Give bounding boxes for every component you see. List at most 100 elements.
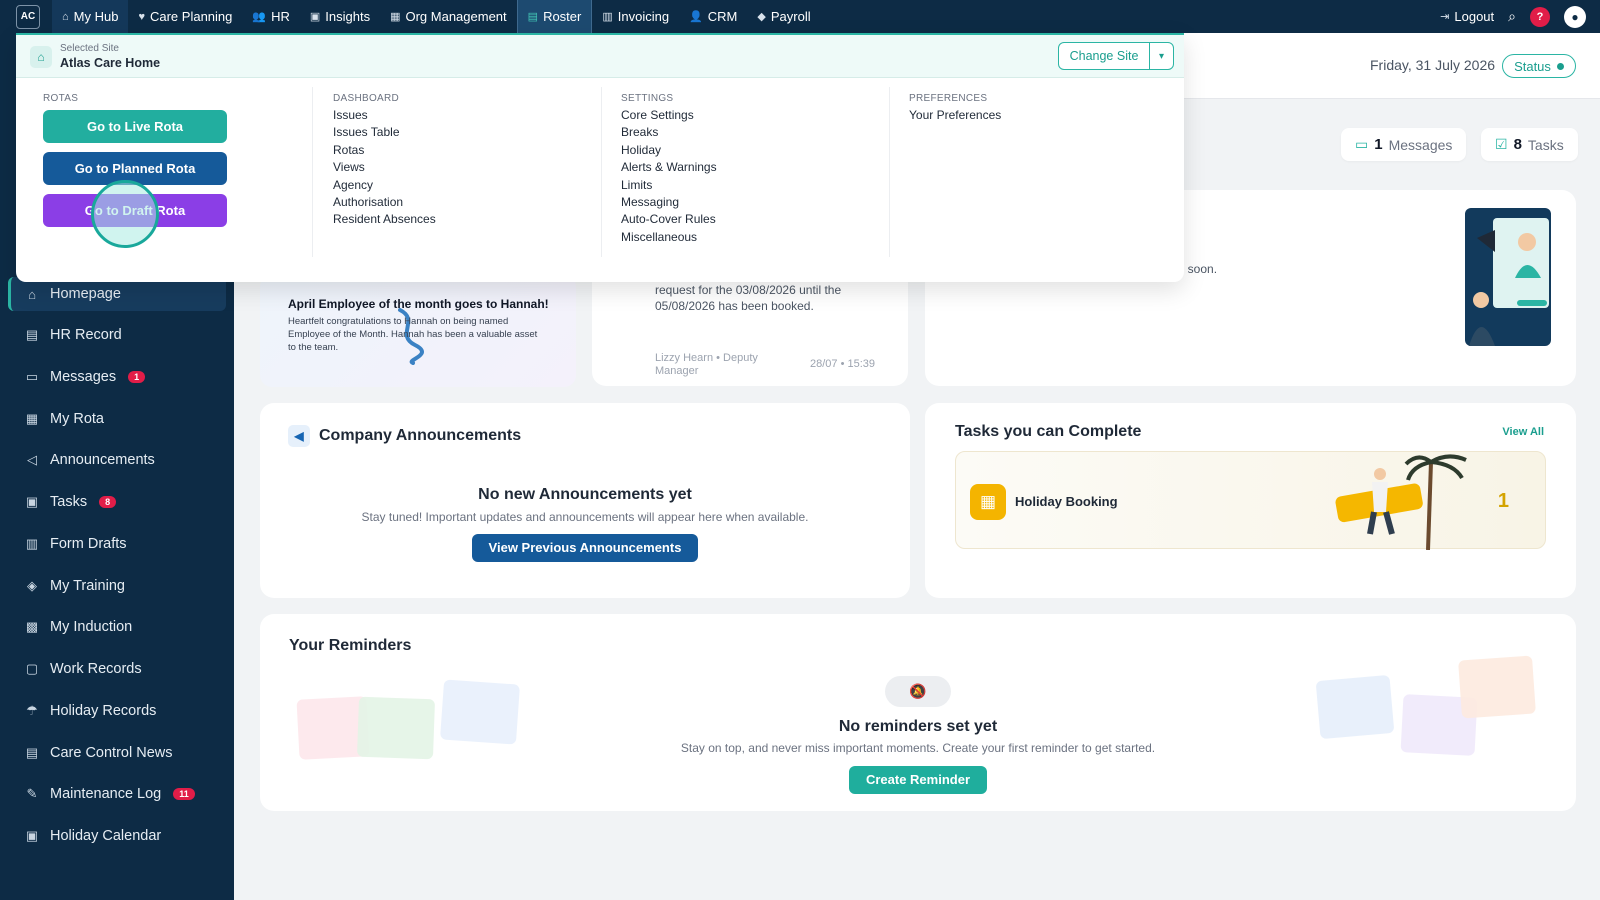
- nav-insights[interactable]: ▣ Insights: [300, 0, 380, 33]
- sidebar-item-holiday-calendar[interactable]: ▣ Holiday Calendar: [8, 819, 226, 853]
- logout-button[interactable]: ⇥ Logout: [1440, 0, 1494, 33]
- menu-link-resident-absences[interactable]: Resident Absences: [333, 211, 436, 228]
- menu-link-auto-cover-rules[interactable]: Auto-Cover Rules: [621, 211, 717, 228]
- avatar[interactable]: ●: [1564, 5, 1586, 28]
- people-icon: 👥: [252, 11, 267, 23]
- reminders-empty-subtitle: Stay on top, and never miss important mo…: [680, 741, 1156, 755]
- sidebar-item-form-drafts[interactable]: ▥ Form Drafts: [8, 527, 226, 561]
- bell-off-icon: 🔕: [885, 676, 951, 707]
- maintenance-badge: 11: [173, 788, 195, 800]
- dashboard-heading: DASHBOARD: [333, 93, 400, 104]
- reminders-title: Your Reminders: [289, 637, 412, 654]
- tasks-counter[interactable]: ☑ 8 Tasks: [1481, 128, 1578, 161]
- selected-site-name: Atlas Care Home: [60, 56, 161, 70]
- calendar-icon: ▦: [970, 484, 1006, 520]
- menu-link-views[interactable]: Views: [333, 159, 436, 176]
- sidebar-item-messages[interactable]: ▭ Messages 1: [8, 360, 226, 394]
- task-row-holiday-booking[interactable]: ▦ Holiday Booking 1: [955, 451, 1546, 550]
- app-logo[interactable]: AC: [16, 4, 40, 29]
- status-button[interactable]: Status: [1502, 54, 1576, 78]
- megaphone-icon: ◁: [27, 452, 37, 467]
- sidebar-item-care-control-news[interactable]: ▤ Care Control News: [8, 736, 226, 770]
- help-button[interactable]: ?: [1530, 6, 1550, 27]
- menu-link-holiday[interactable]: Holiday: [621, 142, 717, 159]
- sidebar-item-my-rota[interactable]: ▦ My Rota: [8, 402, 226, 436]
- view-all-tasks-link[interactable]: View All: [1502, 426, 1544, 438]
- task-label: Holiday Booking: [1015, 494, 1118, 509]
- sidebar-item-homepage[interactable]: ⌂ Homepage: [8, 277, 226, 311]
- menu-link-rotas[interactable]: Rotas: [333, 142, 436, 159]
- sidebar-item-my-training[interactable]: ◈ My Training: [8, 569, 226, 603]
- preferences-heading: PREFERENCES: [909, 93, 988, 104]
- view-previous-announcements-button[interactable]: View Previous Announcements: [471, 534, 699, 562]
- menu-link-issues[interactable]: Issues: [333, 107, 436, 124]
- menu-link-limits[interactable]: Limits: [621, 177, 717, 194]
- file-icon: ▤: [25, 327, 39, 342]
- search-icon[interactable]: ⌕: [1508, 8, 1516, 25]
- home-icon: ⌂: [28, 286, 36, 302]
- document-icon: ▥: [602, 11, 613, 23]
- messages-counter[interactable]: ▭ 1 Messages: [1341, 128, 1467, 161]
- menu-link-alerts-warnings[interactable]: Alerts & Warnings: [621, 159, 717, 176]
- grid-icon: ▦: [25, 411, 39, 426]
- dashboard-column: DASHBOARD Issues Issues Table Rotas View…: [333, 93, 436, 229]
- graduation-cap-icon: ◈: [27, 578, 37, 593]
- column-divider: [601, 87, 602, 257]
- calendar-icon: ▣: [25, 494, 39, 509]
- tag-icon: ◆: [757, 11, 766, 23]
- rotas-column: ROTAS: [43, 93, 78, 107]
- calendar-icon: ▣: [25, 828, 39, 843]
- holiday-notice-text: request for the 03/08/2026 until the 05/…: [655, 283, 842, 313]
- chevron-down-icon[interactable]: ▾: [1149, 43, 1173, 69]
- sidebar-item-announcements[interactable]: ◁ Announcements: [8, 443, 226, 477]
- announcements-title: Company Announcements: [319, 427, 522, 444]
- nav-roster[interactable]: ▤ Roster: [516, 0, 593, 33]
- menu-link-issues-table[interactable]: Issues Table: [333, 124, 436, 141]
- go-to-live-rota-button[interactable]: Go to Live Rota: [43, 110, 227, 143]
- click-indicator: [91, 180, 159, 248]
- announcements-empty-title: No new Announcements yet: [478, 486, 692, 503]
- news-illustration: [1465, 208, 1551, 346]
- menu-link-breaks[interactable]: Breaks: [621, 124, 717, 141]
- menu-link-authorisation[interactable]: Authorisation: [333, 194, 436, 211]
- create-reminder-button[interactable]: Create Reminder: [848, 766, 988, 794]
- nav-invoicing[interactable]: ▥ Invoicing: [592, 0, 679, 33]
- umbrella-icon: ☂: [26, 703, 38, 718]
- go-to-planned-rota-button[interactable]: Go to Planned Rota: [43, 152, 227, 185]
- holiday-notice-author: Lizzy Hearn • Deputy Manager: [655, 352, 758, 377]
- tasks-card: Tasks you can Complete View All ▦ Holida…: [925, 403, 1576, 598]
- nav-payroll[interactable]: ◆ Payroll: [747, 0, 820, 33]
- chat-icon: ▭: [25, 369, 39, 384]
- sidebar-item-maintenance-log[interactable]: ✎ Maintenance Log 11: [8, 777, 226, 811]
- menu-link-agency[interactable]: Agency: [333, 177, 436, 194]
- holiday-notice-time: 28/07 • 15:39: [810, 358, 876, 370]
- chat-icon: ▭: [1355, 136, 1369, 152]
- employee-card-title: April Employee of the month goes to Hann…: [288, 297, 549, 311]
- employee-card-body: Heartfelt congratulations to Hannah on b…: [288, 316, 538, 353]
- top-nav-bar: AC ⌂ My Hub ♥ Care Planning 👥 HR ▣ Insights …: [0, 0, 1600, 33]
- user-icon: 👤: [689, 11, 703, 23]
- checklist-icon: ▩: [25, 619, 39, 634]
- sidebar-item-holiday-records[interactable]: ☂ Holiday Records: [8, 694, 226, 728]
- settings-heading: SETTINGS: [621, 93, 674, 104]
- nav-org-management[interactable]: ▦ Org Management: [380, 0, 517, 33]
- wrench-icon: ✎: [26, 786, 38, 801]
- preferences-column: PREFERENCES Your Preferences: [909, 93, 1001, 124]
- sidebar-item-my-induction[interactable]: ▩ My Induction: [8, 610, 226, 644]
- employee-of-month-card[interactable]: April Employee of the month goes to Hann…: [260, 275, 576, 387]
- home-icon: ⌂: [30, 46, 52, 68]
- change-site-button[interactable]: Change Site: [1059, 43, 1149, 69]
- roster-dropdown-menu: ⌂ Selected Site Atlas Care Home Change S…: [16, 33, 1184, 282]
- chart-icon: ▣: [309, 11, 321, 23]
- nav-hr[interactable]: 👥 HR: [242, 0, 299, 33]
- menu-link-core-settings[interactable]: Core Settings: [621, 107, 717, 124]
- sidebar-item-work-records[interactable]: ▢ Work Records: [8, 652, 226, 686]
- sidebar-item-tasks[interactable]: ▣ Tasks 8: [8, 485, 226, 519]
- sidebar-item-hr-record[interactable]: ▤ HR Record: [8, 318, 226, 352]
- nav-my-hub[interactable]: ⌂ My Hub: [52, 0, 129, 33]
- nav-care-planning[interactable]: ♥ Care Planning: [128, 0, 242, 33]
- menu-link-your-preferences[interactable]: Your Preferences: [909, 107, 1001, 124]
- nav-crm[interactable]: 👤 CRM: [679, 0, 747, 33]
- menu-link-miscellaneous[interactable]: Miscellaneous: [621, 229, 717, 246]
- menu-link-messaging[interactable]: Messaging: [621, 194, 717, 211]
